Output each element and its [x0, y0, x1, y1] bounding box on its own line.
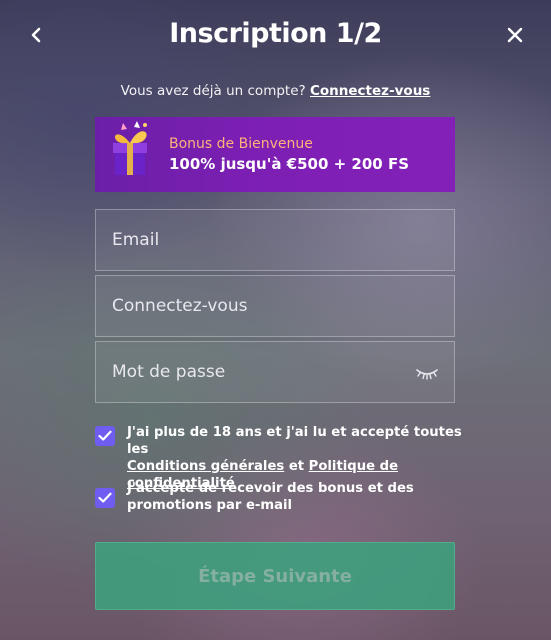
eye-closed-icon[interactable]: [416, 366, 438, 380]
username-input[interactable]: [96, 276, 454, 336]
marketing-checkbox[interactable]: [95, 488, 115, 508]
welcome-bonus-banner: Bonus de Bienvenue 100% jusqu'à €500 + 2…: [95, 117, 455, 192]
page-title: Inscription 1/2: [169, 18, 382, 49]
email-input[interactable]: [96, 210, 454, 270]
bonus-subtitle: Bonus de Bienvenue: [169, 136, 313, 152]
age-terms-text: J'ai plus de 18 ans et j'ai lu et accept…: [127, 425, 462, 457]
bonus-headline: 100% jusqu'à €500 + 200 FS: [169, 155, 410, 173]
close-icon: [507, 27, 523, 43]
marketing-consent: J'accepte de recevoir des bonus et des p…: [95, 480, 465, 514]
username-field-container: [95, 275, 455, 337]
marketing-label: J'accepte de recevoir des bonus et des p…: [127, 481, 414, 513]
gift-icon: [113, 121, 147, 175]
next-step-button[interactable]: Étape Suivante: [95, 542, 455, 610]
age-terms-conjunction: et: [288, 459, 305, 474]
checkmark-icon: [98, 430, 112, 441]
close-button[interactable]: [503, 22, 527, 48]
password-input[interactable]: [96, 342, 454, 402]
checkmark-icon: [98, 492, 112, 503]
password-field-container: [95, 341, 455, 403]
login-prompt-text: Vous avez déjà un compte?: [120, 83, 306, 99]
terms-link[interactable]: Conditions générales: [127, 459, 284, 474]
login-link[interactable]: Connectez-vous: [310, 83, 430, 99]
age-terms-checkbox[interactable]: [95, 426, 115, 446]
login-prompt: Vous avez déjà un compte? Connectez-vous: [0, 83, 551, 99]
email-field-container: [95, 209, 455, 271]
header: Inscription 1/2: [0, 0, 551, 75]
